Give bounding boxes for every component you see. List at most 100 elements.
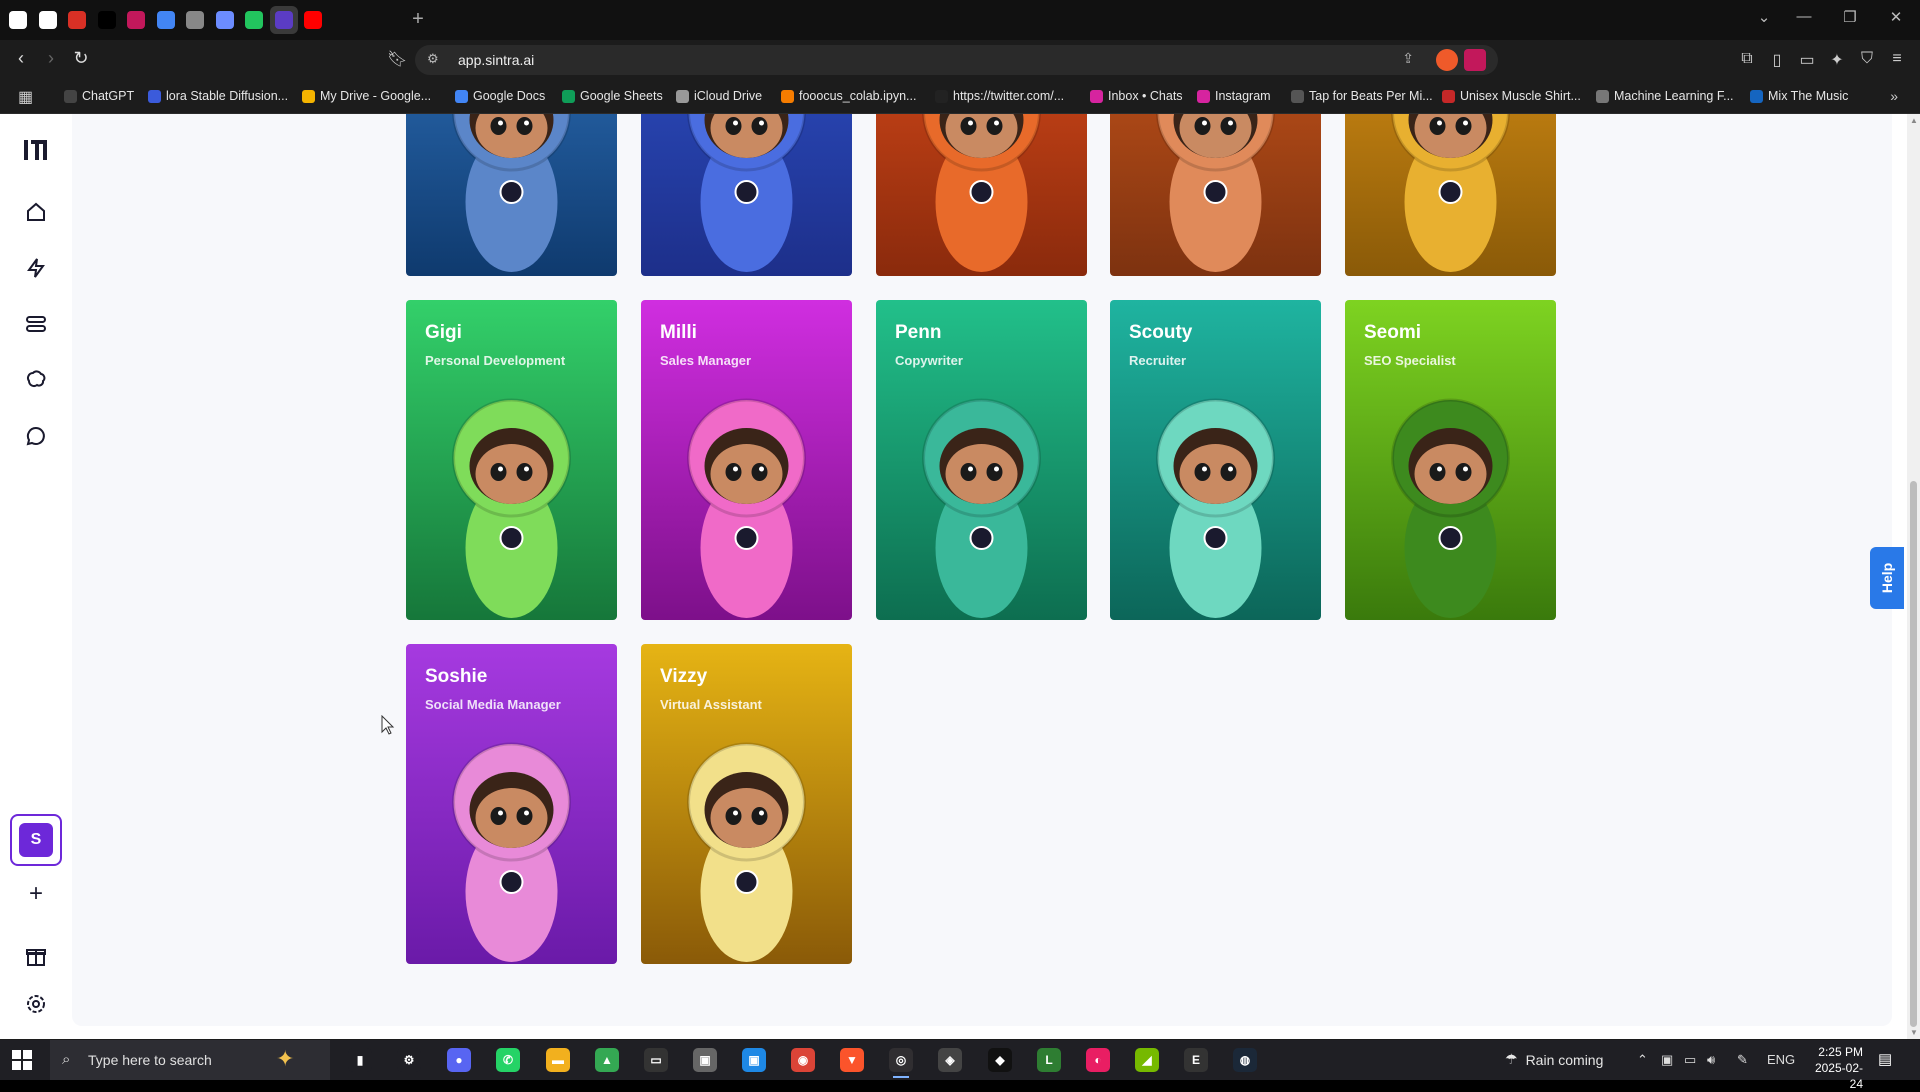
helper-card-gigi[interactable]: Gigi Personal Development (406, 300, 617, 620)
leo-icon[interactable]: ✦ (1826, 50, 1848, 70)
tray-app-icon[interactable]: ▣ (1661, 1052, 1673, 1068)
bookmark-item[interactable]: fooocus_colab.ipyn... (781, 89, 916, 103)
helper-card[interactable] (876, 114, 1087, 276)
helper-card-scouty[interactable]: Scouty Recruiter (1110, 300, 1321, 620)
browser-tab[interactable] (4, 6, 32, 34)
apps-grid-icon[interactable]: ▦ (18, 87, 33, 107)
chat-icon[interactable] (20, 420, 52, 452)
app-icon[interactable]: ▣ (693, 1048, 717, 1072)
app-icon[interactable]: ▣ (742, 1048, 766, 1072)
bookmark-item[interactable]: Unisex Muscle Shirt... (1442, 89, 1581, 103)
new-tab-button[interactable]: + (406, 8, 430, 32)
address-bar[interactable]: ⚙︎ app.sintra.ai ⇪ (415, 45, 1498, 75)
language-indicator[interactable]: ENG (1767, 1052, 1795, 1067)
bookmark-item[interactable]: Inbox • Chats (1090, 89, 1183, 103)
scrollbar-thumb[interactable] (1910, 481, 1917, 1027)
network-icon[interactable]: ▭ (1684, 1052, 1696, 1068)
bookmark-item[interactable]: iCloud Drive (676, 89, 762, 103)
volume-icon[interactable]: 🔊︎ (1707, 1052, 1715, 1068)
minimize-icon[interactable]: — (1792, 8, 1816, 25)
browser-tab[interactable] (63, 6, 91, 34)
brain-icon[interactable] (20, 364, 52, 396)
menu-icon[interactable]: ≡ (1886, 50, 1908, 68)
bookmark-item[interactable]: Tap for Beats Per Mi... (1291, 89, 1433, 103)
notifications-icon[interactable]: ▤ (1878, 1050, 1892, 1068)
nvidia-icon[interactable]: ◢ (1135, 1048, 1159, 1072)
site-info-icon[interactable]: ⚙︎ (427, 51, 439, 67)
scroll-down-icon[interactable]: ▼ (1910, 1028, 1918, 1037)
logo-icon[interactable] (20, 134, 52, 166)
bookmark-item[interactable]: Instagram (1197, 89, 1271, 103)
task-view-icon[interactable]: ▮ (348, 1048, 372, 1072)
bookmark-item[interactable]: Machine Learning F... (1596, 89, 1734, 103)
reload-icon[interactable]: ↻ (68, 48, 94, 69)
forward-icon[interactable]: › (38, 48, 64, 69)
back-icon[interactable]: ‹ (8, 48, 34, 69)
chevron-down-icon[interactable]: ⌄ (1752, 8, 1776, 26)
steam-icon[interactable]: ◍ (1233, 1048, 1257, 1072)
url-text[interactable]: app.sintra.ai (458, 52, 534, 68)
browser-tab[interactable] (269, 6, 298, 34)
browser-tab[interactable] (299, 6, 327, 34)
lightning-icon[interactable] (20, 252, 52, 284)
helper-card[interactable] (1110, 114, 1321, 276)
windows-start-icon[interactable] (12, 1050, 32, 1070)
helper-card-vizzy[interactable]: Vizzy Virtual Assistant (641, 644, 852, 964)
helper-card[interactable] (406, 114, 617, 276)
bookmark-item[interactable]: Mix The Music (1750, 89, 1848, 103)
app-icon[interactable]: ◐ (1086, 1048, 1110, 1072)
sidebar-icon[interactable]: ▯ (1766, 50, 1788, 70)
tray-chevron-icon[interactable]: ⌃ (1637, 1052, 1648, 1068)
bookmark-item[interactable]: Google Sheets (562, 89, 663, 103)
bookmark-item[interactable]: https://twitter.com/... (935, 89, 1064, 103)
bookmark-icon[interactable]: 🔖︎ (387, 49, 407, 69)
bookmark-item[interactable]: My Drive - Google... (302, 89, 431, 103)
google-drive-icon[interactable]: ▲ (595, 1048, 619, 1072)
terminal-icon[interactable]: ▭ (644, 1048, 668, 1072)
helper-card[interactable] (1345, 114, 1556, 276)
more-bookmarks-icon[interactable]: » (1890, 88, 1898, 104)
scrollbar[interactable]: ▲ ▼ (1907, 114, 1920, 1039)
taskbar-search[interactable]: ⌕ Type here to search ✦ (50, 1040, 330, 1080)
browser-tab[interactable] (211, 6, 239, 34)
share-icon[interactable]: ⇪ (1402, 50, 1414, 67)
restore-icon[interactable]: ❐ (1838, 8, 1862, 26)
clock[interactable]: 2:25 PM 2025-02-24 (1805, 1044, 1863, 1092)
bookmark-item[interactable]: Google Docs (455, 89, 545, 103)
file-explorer-icon[interactable]: ▬ (546, 1048, 570, 1072)
whatsapp-icon[interactable]: ✆ (496, 1048, 520, 1072)
brave-rewards-icon[interactable] (1464, 49, 1486, 71)
epic-games-icon[interactable]: E (1184, 1048, 1208, 1072)
extensions-icon[interactable]: ⧉ (1736, 50, 1758, 68)
helper-card-milli[interactable]: Milli Sales Manager (641, 300, 852, 620)
weather-widget[interactable]: ☂ Rain coming (1505, 1051, 1603, 1068)
davinci-icon[interactable]: ◈ (938, 1048, 962, 1072)
vpn-icon[interactable]: ⛉ (1856, 50, 1878, 68)
home-icon[interactable] (20, 196, 52, 228)
capcut-icon[interactable]: ◆ (988, 1048, 1012, 1072)
obs-icon[interactable]: ◎ (889, 1048, 913, 1078)
bookmark-item[interactable]: lora Stable Diffusion... (148, 89, 288, 103)
browser-tab[interactable] (181, 6, 209, 34)
workspace-button[interactable]: S (10, 814, 62, 866)
brave-shields-icon[interactable] (1436, 49, 1458, 71)
browser-tab[interactable] (240, 6, 268, 34)
scroll-up-icon[interactable]: ▲ (1910, 116, 1918, 125)
gear-icon[interactable] (20, 988, 52, 1020)
settings-icon[interactable]: ⚙ (397, 1048, 421, 1072)
browser-tab[interactable] (122, 6, 150, 34)
helper-card[interactable] (641, 114, 852, 276)
browser-tab[interactable] (34, 6, 62, 34)
browser-tab[interactable] (152, 6, 180, 34)
help-button[interactable]: Help (1870, 547, 1904, 609)
helper-card-penn[interactable]: Penn Copywriter (876, 300, 1087, 620)
bookmark-item[interactable]: ChatGPT (64, 89, 134, 103)
helper-card-soshie[interactable]: Soshie Social Media Manager (406, 644, 617, 964)
wallet-icon[interactable]: ▭ (1796, 50, 1818, 70)
helper-card-seomi[interactable]: Seomi SEO Specialist (1345, 300, 1556, 620)
live-icon[interactable]: L (1037, 1048, 1061, 1072)
brave-icon[interactable]: ▼ (840, 1048, 864, 1072)
gift-icon[interactable] (20, 940, 52, 972)
browser-tab[interactable] (93, 6, 121, 34)
add-workspace-button[interactable]: + (20, 878, 52, 910)
